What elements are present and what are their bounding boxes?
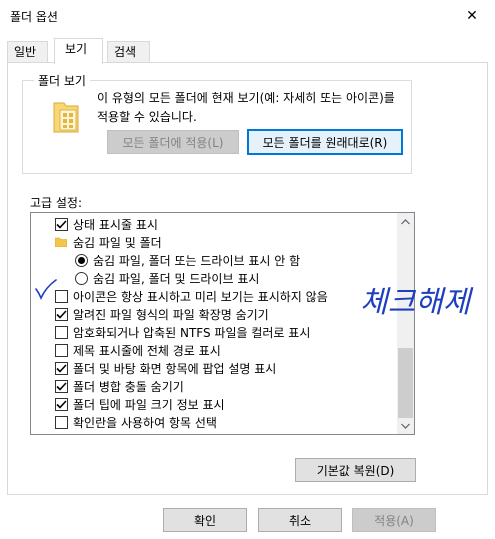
checkbox[interactable] (55, 415, 68, 429)
handwritten-annotation: 체크해제 (360, 285, 474, 320)
apply-to-folders-label: 모든 폴더에 적용(L) (122, 135, 224, 150)
scroll-thumb[interactable] (398, 348, 413, 418)
list-item-label: 암호화되거나 압축된 NTFS 파일을 컬러로 표시 (73, 325, 311, 340)
vertical-scrollbar[interactable] (397, 213, 414, 434)
checkmark-icon (56, 363, 67, 373)
list-item[interactable]: 폴더 및 바탕 화면 항목에 팝업 설명 표시 (31, 359, 397, 377)
folder-icon (55, 237, 67, 247)
list-item[interactable]: 아이콘은 항상 표시하고 미리 보기는 표시하지 않음 (31, 287, 397, 305)
scroll-down-arrow[interactable] (397, 417, 414, 434)
close-icon: ✕ (466, 7, 478, 24)
chevron-down-icon (401, 423, 410, 429)
scroll-up-arrow[interactable] (397, 213, 414, 230)
list-item: 숨김 파일 및 폴더 (31, 233, 397, 251)
list-item[interactable]: 제목 표시줄에 전체 경로 표시 (31, 341, 397, 359)
checkmark-icon (56, 219, 67, 229)
advanced-settings-label: 고급 설정: (30, 196, 83, 210)
window-title: 폴더 옵션 (10, 10, 58, 24)
title-bar: 폴더 옵션 ✕ (0, 0, 495, 31)
apply-to-folders-button[interactable]: 모든 폴더에 적용(L) (107, 130, 239, 154)
folder-view-legend: 폴더 보기 (34, 72, 90, 89)
cancel-button[interactable]: 취소 (258, 508, 342, 532)
checkbox[interactable] (55, 307, 68, 321)
chevron-up-icon (401, 218, 410, 224)
checkbox[interactable] (55, 379, 68, 393)
list-item-label: 상태 표시줄 표시 (73, 217, 158, 232)
handwritten-annotation-text: 체크해제 (360, 285, 474, 320)
cancel-label: 취소 (288, 513, 312, 528)
restore-defaults-label: 기본값 복원(D) (316, 463, 395, 478)
list-item[interactable]: 암호화되거나 압축된 NTFS 파일을 컬러로 표시 (31, 323, 397, 341)
list-item-label: 숨김 파일, 폴더 및 드라이브 표시 (93, 271, 260, 286)
ok-label: 확인 (193, 513, 217, 528)
list-item-label: 알려진 파일 형식의 파일 확장명 숨기기 (73, 307, 269, 322)
list-item[interactable]: 숨김 파일, 폴더 또는 드라이브 표시 안 함 (31, 251, 397, 269)
handwritten-check-mark (35, 279, 57, 300)
tab-general-label: 일반 (14, 45, 37, 59)
tab-search[interactable]: 검색 (107, 41, 150, 63)
checkbox[interactable] (55, 397, 68, 411)
checkbox[interactable] (55, 325, 68, 339)
checkbox[interactable] (55, 361, 68, 375)
tab-general[interactable]: 일반 (7, 41, 48, 63)
list-item-label: 폴더 팁에 파일 크기 정보 표시 (73, 397, 225, 412)
checkbox[interactable] (55, 217, 68, 231)
list-item-label: 아이콘은 항상 표시하고 미리 보기는 표시하지 않음 (73, 289, 328, 304)
restore-defaults-button[interactable]: 기본값 복원(D) (295, 458, 416, 482)
radio-button[interactable] (75, 271, 88, 285)
list-item-label: 숨김 파일, 폴더 또는 드라이브 표시 안 함 (93, 253, 301, 268)
radio-button[interactable] (75, 253, 88, 267)
reset-folders-button[interactable]: 모든 폴더를 원래대로(R) (247, 129, 403, 155)
list-item[interactable]: 폴더 팁에 파일 크기 정보 표시 (31, 395, 397, 413)
folder-view-icon (53, 102, 79, 133)
tab-view-label: 보기 (65, 42, 88, 56)
list-item[interactable]: 숨김 파일, 폴더 및 드라이브 표시 (31, 269, 397, 287)
apply-label: 적용(A) (374, 513, 414, 528)
checkbox[interactable] (55, 343, 68, 357)
folder-view-description: 이 유형의 모든 폴더에 현재 보기(예: 자세히 또는 아이콘)를 적용할 수… (97, 91, 395, 124)
checkmark-icon (56, 309, 67, 319)
list-item-label: 폴더 병합 충돌 숨기기 (73, 379, 184, 394)
advanced-settings-list[interactable]: 상태 표시줄 표시숨김 파일 및 폴더숨김 파일, 폴더 또는 드라이브 표시 … (30, 212, 415, 435)
radio-dot (78, 256, 85, 264)
list-item-label: 숨김 파일 및 폴더 (73, 235, 162, 250)
list-item[interactable]: 확인란을 사용하여 항목 선택 (31, 413, 397, 431)
tab-search-label: 검색 (114, 45, 137, 59)
apply-button[interactable]: 적용(A) (352, 508, 436, 532)
checkmark-icon (56, 381, 67, 391)
close-button[interactable]: ✕ (449, 0, 495, 31)
ok-button[interactable]: 확인 (163, 508, 247, 532)
list-item[interactable]: 알려진 파일 형식의 파일 확장명 숨기기 (31, 305, 397, 323)
reset-folders-label: 모든 폴더를 원래대로(R) (262, 135, 388, 150)
list-item[interactable]: 폴더 병합 충돌 숨기기 (31, 377, 397, 395)
list-item-label: 폴더 및 바탕 화면 항목에 팝업 설명 표시 (73, 361, 277, 376)
tab-view[interactable]: 보기 (54, 38, 103, 64)
list-item[interactable]: 상태 표시줄 표시 (31, 215, 397, 233)
checkmark-icon (56, 399, 67, 409)
tab-strip: 일반 보기 검색 (7, 38, 488, 64)
list-item-label: 확인란을 사용하여 항목 선택 (73, 415, 217, 430)
list-item-label: 제목 표시줄에 전체 경로 표시 (73, 343, 221, 358)
